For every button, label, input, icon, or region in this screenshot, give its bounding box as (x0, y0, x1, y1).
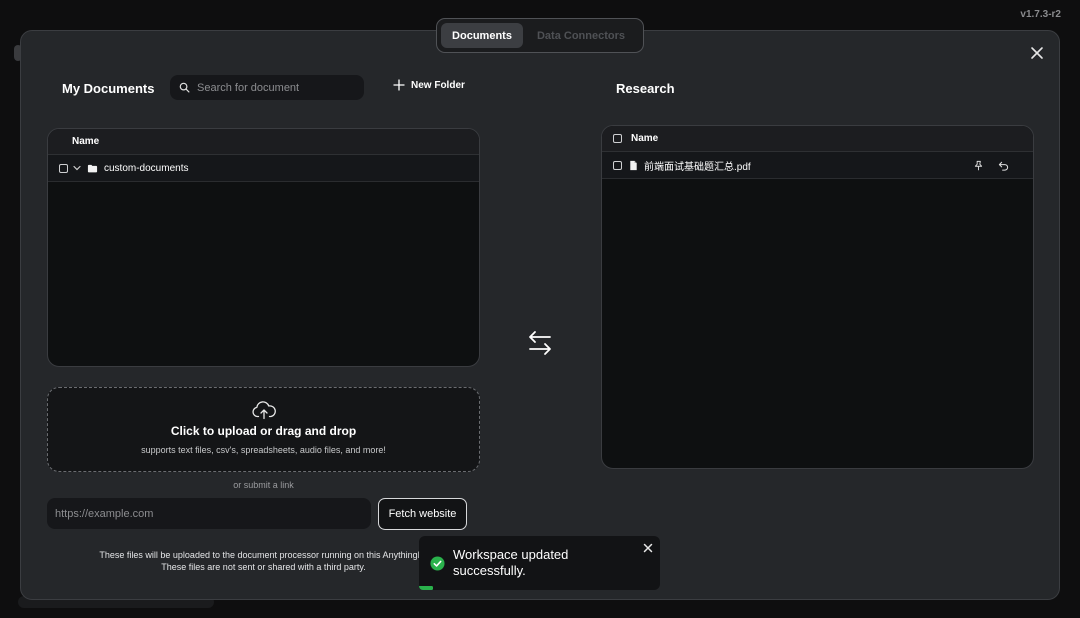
cloud-upload-icon (251, 401, 276, 420)
column-name-header: Name (631, 133, 659, 144)
undo-icon[interactable] (998, 160, 1009, 171)
workspace-title: Research (616, 81, 675, 96)
tab-documents[interactable]: Documents (441, 23, 523, 48)
search-input[interactable] (197, 81, 347, 94)
upload-notice: These files will be uploaded to the docu… (47, 549, 480, 573)
file-icon (630, 160, 637, 170)
toast-close-icon[interactable] (643, 543, 653, 553)
upload-sub-text: supports text files, csv's, spreadsheets… (141, 445, 386, 455)
check-circle-icon (430, 556, 445, 571)
search-icon (179, 82, 190, 93)
url-input[interactable] (47, 498, 371, 529)
or-submit-link-text: or submit a link (233, 480, 294, 490)
upload-main-text: Click to upload or drag and drop (170, 424, 357, 438)
folder-name: custom-documents (104, 162, 189, 174)
tab-bar: Documents Data Connectors (436, 18, 644, 53)
new-folder-label: New Folder (411, 79, 465, 91)
folder-icon (87, 164, 98, 172)
close-icon (1031, 47, 1043, 59)
fetch-website-button[interactable]: Fetch website (378, 498, 467, 530)
workspace-table-header: Name (602, 126, 1033, 152)
toast-notification: Workspace updated successfully. (419, 536, 660, 590)
my-documents-title: My Documents (62, 81, 155, 96)
upload-notice-line2: These files are not sent or shared with … (161, 562, 366, 572)
my-documents-table-header: Name (48, 129, 479, 155)
file-row-actions (973, 160, 1009, 171)
new-folder-button[interactable]: New Folder (393, 79, 465, 91)
file-name: 前端面试基础题汇总.pdf (644, 161, 751, 173)
column-name-header: Name (72, 136, 100, 147)
document-search[interactable] (170, 75, 364, 100)
pin-icon[interactable] (973, 160, 984, 171)
upload-notice-line1: These files will be uploaded to the docu… (99, 550, 428, 560)
workspace-documents-panel: Name 前端面试基础题汇总.pdf (601, 125, 1034, 469)
chevron-down-icon[interactable] (72, 163, 82, 173)
select-all-checkbox[interactable] (613, 134, 622, 143)
folder-row[interactable]: custom-documents (48, 155, 479, 182)
toast-message: Workspace updated successfully. (453, 547, 569, 578)
my-documents-panel: Name custom-documents (47, 128, 480, 367)
tab-data-connectors[interactable]: Data Connectors (523, 23, 639, 48)
file-checkbox[interactable] (613, 160, 622, 170)
close-modal-button[interactable] (1027, 43, 1047, 63)
upload-dropzone[interactable]: Click to upload or drag and drop support… (47, 387, 480, 472)
toast-progress-bar (419, 586, 434, 590)
swap-arrows-icon (529, 331, 551, 355)
file-row[interactable]: 前端面试基础题汇总.pdf (602, 152, 1033, 179)
plus-icon (393, 79, 405, 91)
folder-checkbox[interactable] (59, 163, 68, 173)
document-manager-modal: My Documents New Folder Name custom-docu… (20, 30, 1060, 600)
version-label: v1.7.3-r2 (1020, 9, 1061, 20)
